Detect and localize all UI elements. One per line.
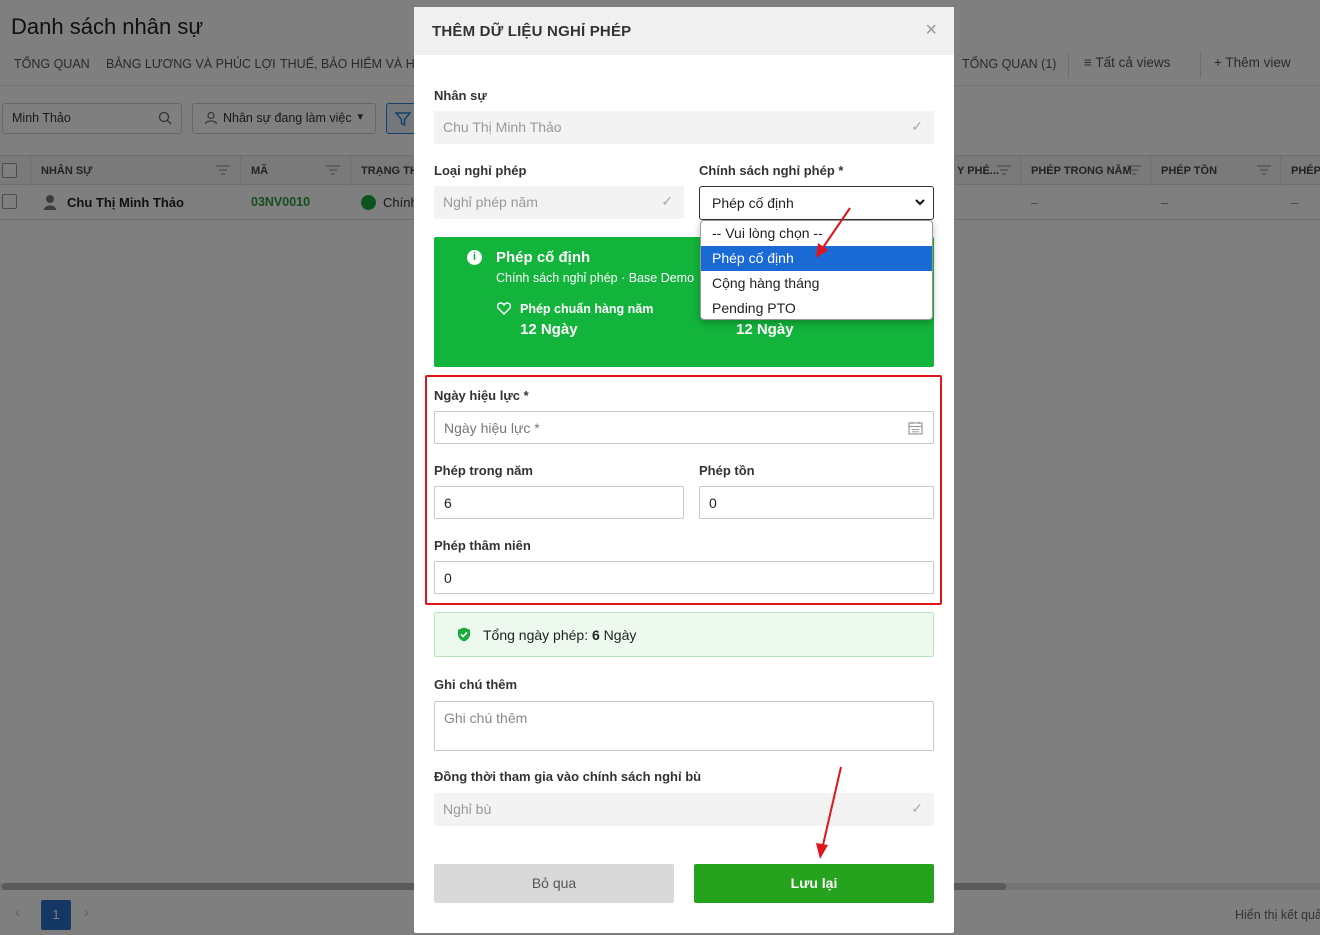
effective-date-label: Ngày hiệu lực * xyxy=(434,388,529,403)
seniority-leave-input[interactable]: 0 xyxy=(434,561,934,594)
note-textarea[interactable]: Ghi chú thêm xyxy=(434,701,934,751)
policy-dropdown-list: -- Vui lòng chọn -- Phép cố định Cộng hà… xyxy=(700,220,933,320)
balance-leave-input[interactable]: 0 xyxy=(699,486,934,519)
annual-leave-input[interactable]: 6 xyxy=(434,486,684,519)
info-icon: i xyxy=(467,250,482,265)
total-leave-text: Tổng ngày phép: 6 Ngày xyxy=(483,627,637,643)
total-leave-box: Tổng ngày phép: 6 Ngày xyxy=(434,612,934,657)
check-icon: ✓ xyxy=(911,118,923,134)
dropdown-option[interactable]: Cộng hàng tháng xyxy=(701,271,932,296)
dropdown-option[interactable]: Pending PTO xyxy=(701,296,932,319)
leave-type-field[interactable]: Nghỉ phép năm ✓ xyxy=(434,186,684,219)
standard-leave-value: 12 Ngày xyxy=(520,321,578,338)
heart-icon xyxy=(496,302,512,318)
dropdown-option[interactable]: -- Vui lòng chọn -- xyxy=(701,221,932,246)
card-subtitle: Chính sách nghỉ phép · Base Demo xyxy=(496,271,695,285)
save-button[interactable]: Lưu lại xyxy=(694,864,934,903)
effective-date-input[interactable]: Ngày hiệu lực * xyxy=(434,411,934,444)
dropdown-option[interactable]: Phép cố định xyxy=(701,246,932,271)
modal-header: THÊM DỮ LIỆU NGHỈ PHÉP × xyxy=(414,7,954,55)
calendar-icon[interactable] xyxy=(908,421,923,438)
employee-field[interactable]: Chu Thị Minh Thảo ✓ xyxy=(434,111,934,144)
shield-check-icon xyxy=(457,627,471,645)
policy-label: Chính sách nghỉ phép * xyxy=(699,163,844,178)
total-leave-value: 6 xyxy=(591,627,600,643)
policy-select[interactable]: Phép cố định xyxy=(699,186,934,220)
check-icon: ✓ xyxy=(661,193,673,209)
compensatory-label: Đồng thời tham gia vào chính sách nghỉ b… xyxy=(434,769,702,784)
seniority-leave-label: Phép thâm niên xyxy=(434,538,531,553)
standard-leave-label: Phép chuẩn hàng năm xyxy=(520,302,654,316)
chevron-down-icon xyxy=(913,195,927,212)
close-icon[interactable]: × xyxy=(925,19,937,42)
note-label: Ghi chú thêm xyxy=(434,677,518,692)
employee-label: Nhân sự xyxy=(434,88,487,103)
balance-leave-label: Phép tồn xyxy=(699,463,755,478)
leave-type-label: Loại nghỉ phép xyxy=(434,163,527,178)
secondary-leave-value: 12 Ngày xyxy=(736,321,794,338)
card-title: Phép cố định xyxy=(496,249,591,266)
add-leave-modal: THÊM DỮ LIỆU NGHỈ PHÉP × Nhân sự Chu Thị… xyxy=(414,7,954,933)
check-icon: ✓ xyxy=(911,800,923,816)
cancel-button[interactable]: Bỏ qua xyxy=(434,864,674,903)
compensatory-field[interactable]: Nghỉ bù ✓ xyxy=(434,793,934,826)
modal-title: THÊM DỮ LIỆU NGHỈ PHÉP xyxy=(432,23,632,40)
annual-leave-label: Phép trong năm xyxy=(434,463,533,478)
